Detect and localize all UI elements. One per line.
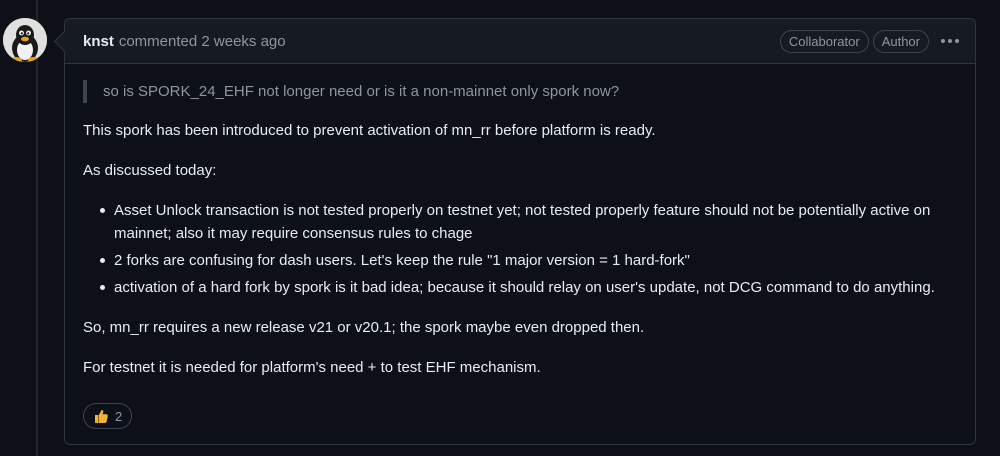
collaborator-badge: Collaborator — [779, 29, 869, 53]
comment-header: knst commented 2 weeks ago Collaborator … — [65, 19, 975, 64]
reaction-count: 2 — [115, 408, 123, 424]
quoted-text: so is SPORK_24_EHF not longer need or is… — [83, 80, 957, 103]
paragraph-discussed: As discussed today: — [83, 162, 217, 179]
reactions-bar: 2 — [83, 403, 133, 429]
list-item: activation of a hard fork by spork is it… — [100, 276, 957, 299]
kebab-menu-icon[interactable] — [941, 31, 959, 51]
paragraph-intro: This spork has been introduced to preven… — [83, 122, 656, 139]
author-badge: Author — [872, 29, 929, 53]
paragraph-release: So, mn_rr requires a new release v21 or … — [83, 319, 645, 336]
paragraph-testnet: For testnet it is needed for platform's … — [83, 359, 541, 376]
comment-author[interactable]: knst — [83, 33, 114, 50]
list-item: Asset Unlock transaction is not tested p… — [100, 199, 957, 245]
thumbs-up-reaction-button[interactable]: 2 — [83, 403, 133, 429]
comment-timestamp[interactable]: commented 2 weeks ago — [119, 33, 286, 50]
timeline-line — [36, 0, 38, 456]
comment-body: so is SPORK_24_EHF not longer need or is… — [65, 64, 975, 379]
list-item: 2 forks are confusing for dash users. Le… — [100, 249, 957, 272]
tux-avatar-icon — [3, 18, 47, 62]
avatar[interactable] — [3, 18, 47, 62]
bullet-list: Asset Unlock transaction is not tested p… — [83, 199, 957, 299]
comment-box: knst commented 2 weeks ago Collaborator … — [64, 18, 976, 445]
thumbs-up-icon — [95, 410, 108, 423]
